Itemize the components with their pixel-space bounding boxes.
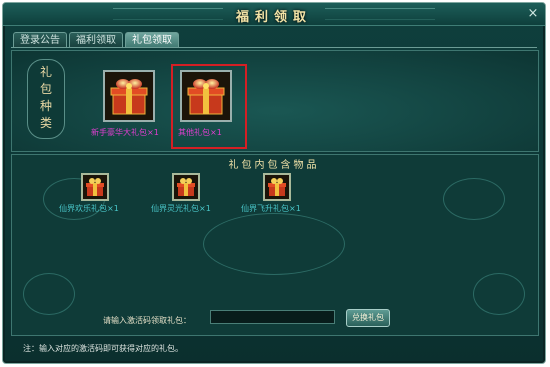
tab-bar: 登录公告 福利领取 礼包领取 [13,32,179,48]
gift-window: 福利领取 × 登录公告 福利领取 礼包领取 礼包种类 新手豪华大礼包×1 其他礼… [2,2,546,364]
redeem-prompt: 请输入激活码领取礼包： [103,316,191,325]
activation-code-input[interactable] [210,310,335,324]
footer-note: 注：输入对应的激活码即可获得对应的礼包。 [23,344,183,353]
tab-welfare[interactable]: 福利领取 [69,32,123,48]
gift-box-icon [265,175,289,199]
contents-title: 礼包内包含物品 [228,160,320,171]
gift-box-icon [83,175,107,199]
tab-divider [11,47,537,48]
swirl-ornament [473,273,525,315]
content-item-name: 仙界飞升礼包×1 [241,204,301,213]
window-title: 福利领取 [235,10,312,25]
content-item-name: 仙界欢乐礼包×1 [59,204,119,213]
gift-type-label-text: 礼包种类 [39,65,52,130]
title-bar: 福利领取 × [3,3,545,26]
tab-login-notice[interactable]: 登录公告 [13,32,67,48]
gift-box-icon [174,175,198,199]
redeem-button[interactable]: 兑换礼包 [346,309,390,327]
content-item-name: 仙界灵光礼包×1 [151,204,211,213]
gift-box-icon [182,72,230,120]
gift-type-label: 礼包种类 [27,59,65,139]
content-item-joy[interactable] [81,173,109,201]
swirl-ornament [23,273,75,315]
content-item-ascend[interactable] [263,173,291,201]
tab-gift-pack[interactable]: 礼包领取 [125,32,179,48]
gift-box-icon [105,72,153,120]
gift-type-name-other: 其他礼包×1 [178,128,222,137]
gift-type-item-other[interactable] [180,70,232,122]
close-icon[interactable]: × [525,6,541,22]
content-item-spirit[interactable] [172,173,200,201]
swirl-ornament [443,178,505,220]
gift-type-item-newbie[interactable] [103,70,155,122]
gift-type-name-newbie: 新手豪华大礼包×1 [91,128,159,137]
swirl-ornament [203,213,345,275]
